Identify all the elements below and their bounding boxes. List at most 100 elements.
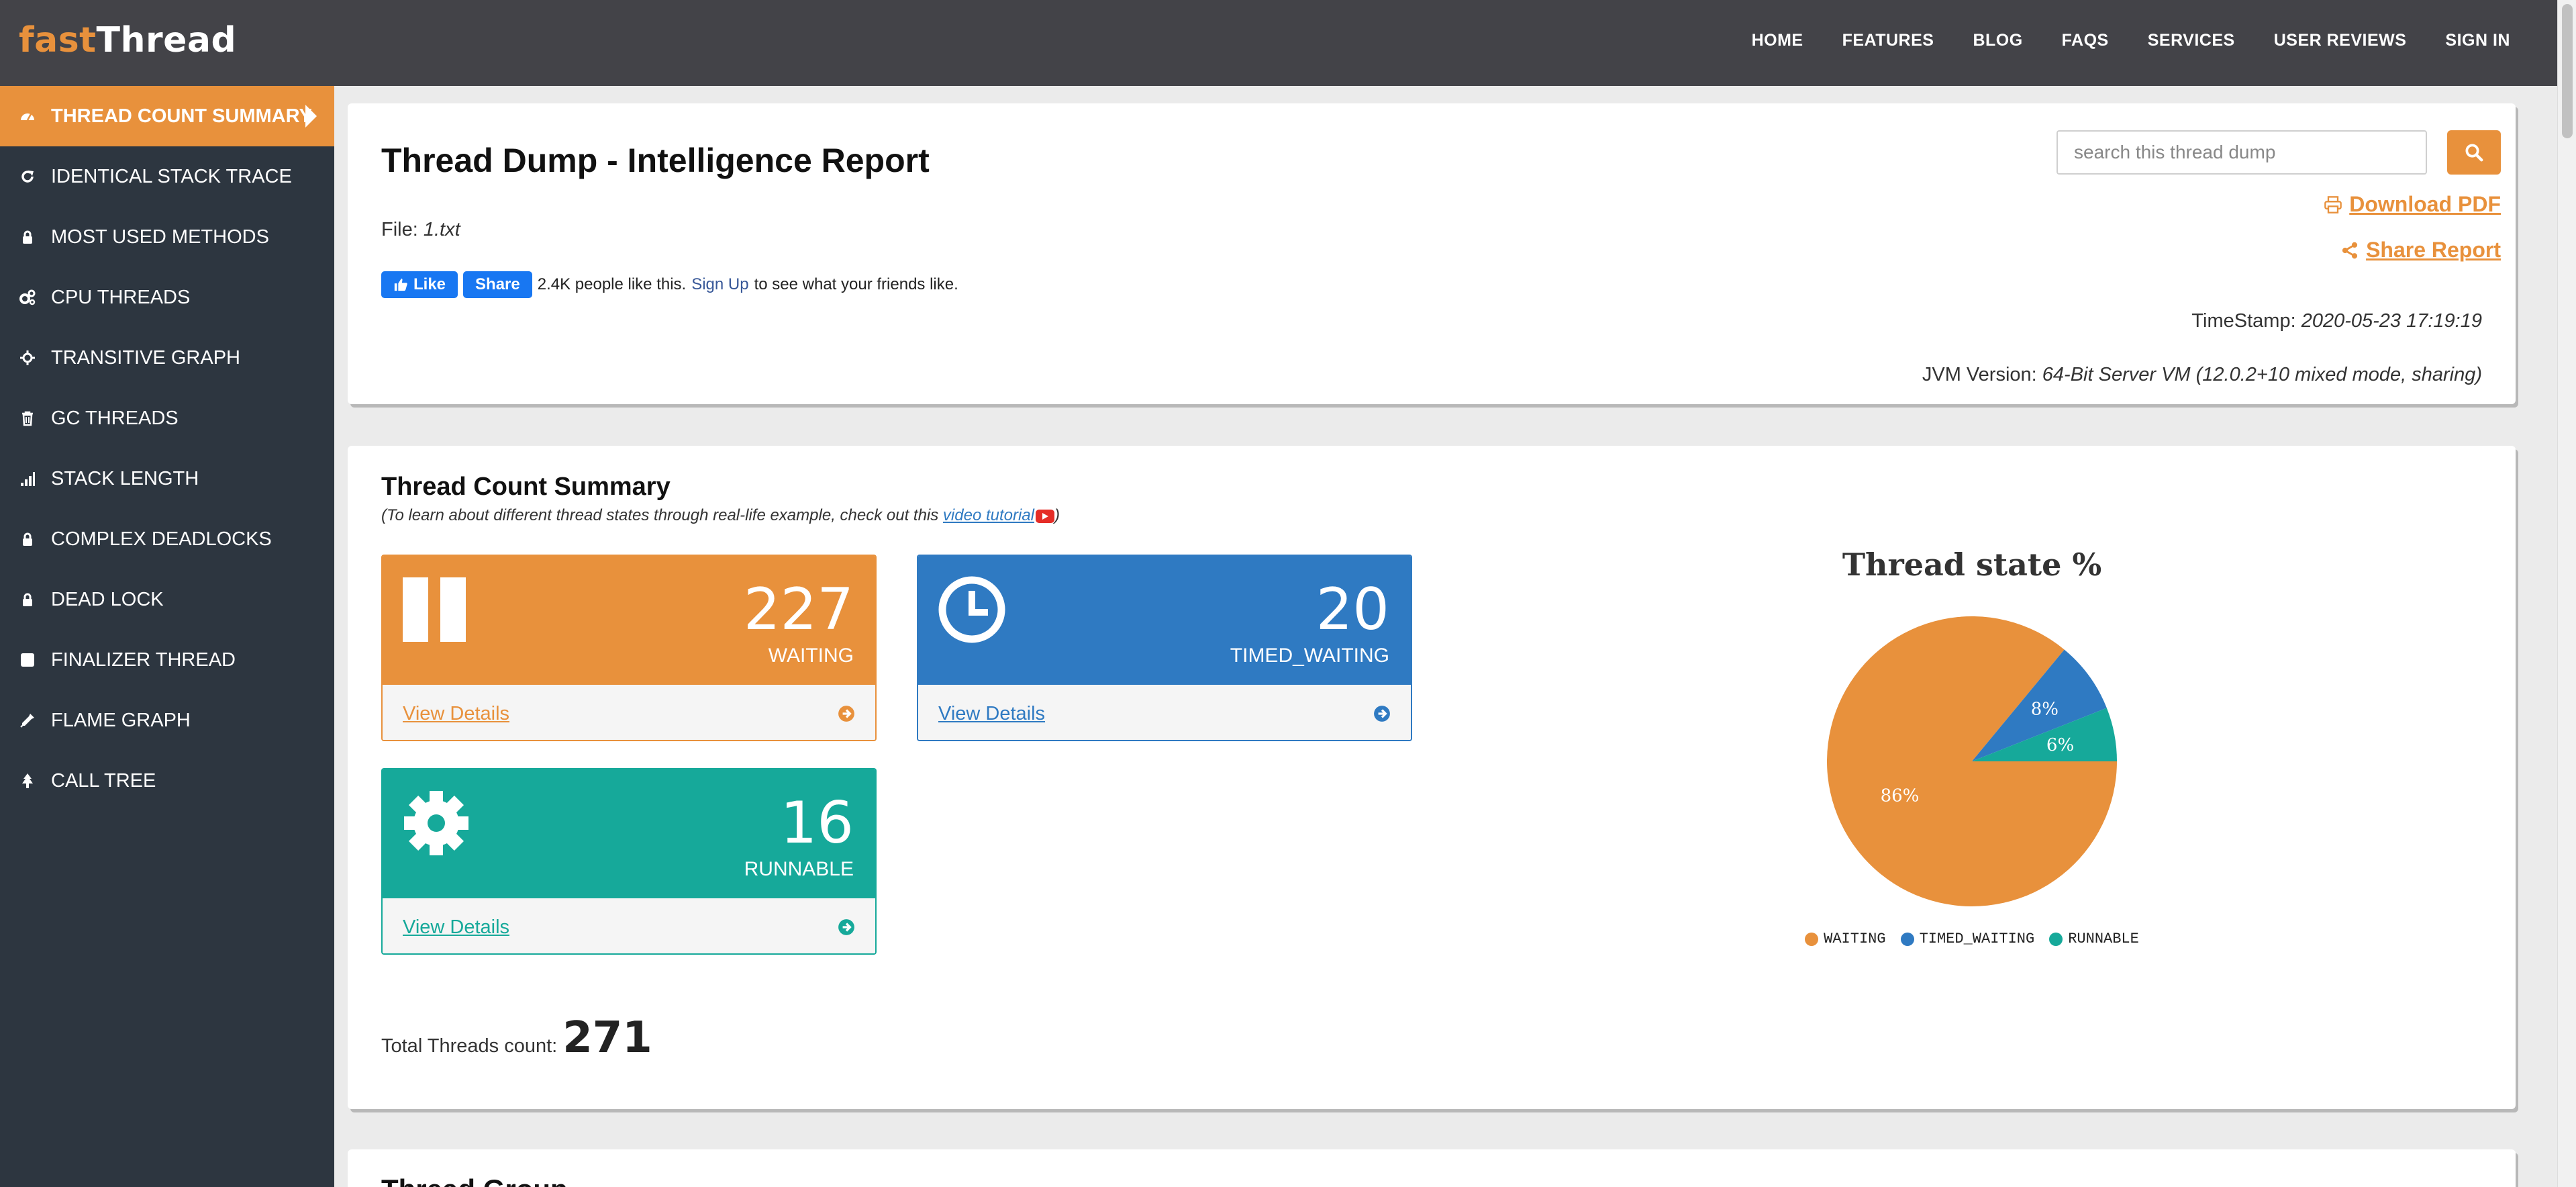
share-icon <box>2342 242 2358 258</box>
share-report-link[interactable]: Share Report <box>2340 238 2501 263</box>
youtube-icon[interactable] <box>1036 509 1054 523</box>
file-info: File: 1.txt <box>381 219 460 241</box>
jvm-label: JVM Version: <box>1922 364 2037 385</box>
sidebar-item-most-used-methods[interactable]: MOST USED METHODS <box>0 207 334 267</box>
page-scrollbar[interactable] <box>2557 0 2576 1187</box>
search-button[interactable] <box>2447 130 2501 175</box>
sidebar-item-finalizer-thread[interactable]: FINALIZER THREAD <box>0 630 334 690</box>
total-threads: Total Threads count: 271 <box>381 1013 652 1063</box>
nav-user-reviews[interactable]: USER REVIEWS <box>2274 31 2407 50</box>
video-tutorial-link[interactable]: video tutorial <box>943 506 1034 524</box>
jvm-value: 64-Bit Server VM (12.0.2+10 mixed mode, … <box>2042 364 2482 385</box>
total-threads-value: 271 <box>562 1013 652 1063</box>
arrow-circle-right-icon <box>838 706 854 722</box>
logo[interactable]: fastThread <box>19 20 236 60</box>
logo-part-fast: fast <box>19 20 97 60</box>
search-bar <box>2057 130 2501 175</box>
sidebar-item-label: CPU THREADS <box>51 286 191 308</box>
legend-label-waiting: WAITING <box>1824 931 1886 947</box>
thread-group-card: Thread Group <box>348 1149 2516 1187</box>
legend-item-waiting[interactable]: WAITING <box>1805 931 1886 947</box>
thread-state-chart: Thread state % 86% 8% 6% WAITING TIMED_WAI… <box>1777 547 2167 976</box>
legend-swatch-waiting <box>1805 932 1819 946</box>
facebook-like-button[interactable]: Like <box>381 271 458 298</box>
refresh-icon <box>19 168 36 185</box>
facebook-signup-link[interactable]: Sign Up <box>691 275 748 294</box>
arrow-circle-right-icon <box>838 919 854 935</box>
nav-blog[interactable]: BLOG <box>1973 31 2022 50</box>
view-details-link[interactable]: View Details <box>403 703 509 725</box>
waiting-label: WAITING <box>768 645 854 667</box>
sidebar-item-flame-graph[interactable]: FLAME GRAPH <box>0 690 334 751</box>
jvm-version: JVM Version: 64-Bit Server VM (12.0.2+10… <box>1922 364 2482 386</box>
subtitle-suffix: ) <box>1054 506 1060 524</box>
sidebar-item-call-tree[interactable]: CALL TREE <box>0 751 334 811</box>
legend-label-runnable: RUNNABLE <box>2068 931 2139 947</box>
panel-header: 20 TIMED_WAITING <box>918 556 1411 685</box>
pie-label-runnable: 6% <box>2046 735 2074 755</box>
timed-waiting-label: TIMED_WAITING <box>1230 645 1389 667</box>
panel-header: 16 RUNNABLE <box>383 769 875 898</box>
download-pdf-link[interactable]: Download PDF <box>2324 192 2501 217</box>
subtitle-prefix: (To learn about different thread states … <box>381 506 943 524</box>
crosshairs-icon <box>19 349 36 367</box>
facebook-widget: Like Share 2.4K people like this. Sign U… <box>381 271 958 298</box>
total-threads-label: Total Threads count: <box>381 1035 558 1057</box>
sidebar-item-label: FLAME GRAPH <box>51 709 191 731</box>
facebook-share-label: Share <box>475 275 520 293</box>
sidebar-item-stack-length[interactable]: STACK LENGTH <box>0 448 334 509</box>
legend-swatch-runnable <box>2049 932 2063 946</box>
timestamp-label: TimeStamp: <box>2191 310 2296 332</box>
sidebar-item-cpu-threads[interactable]: CPU THREADS <box>0 267 334 328</box>
timed-waiting-panel: 20 TIMED_WAITING View Details <box>917 555 1412 741</box>
pie-label-waiting: 86% <box>1881 786 1920 806</box>
sidebar-item-thread-count-summary[interactable]: THREAD COUNT SUMMARY <box>0 86 334 146</box>
facebook-share-button[interactable]: Share <box>463 271 532 298</box>
waiting-panel: 227 WAITING View Details <box>381 555 877 741</box>
lock-icon <box>19 530 36 548</box>
sidebar-item-identical-stack-trace[interactable]: IDENTICAL STACK TRACE <box>0 146 334 207</box>
search-icon <box>2465 144 2483 162</box>
clock-icon <box>938 576 1005 643</box>
file-name: 1.txt <box>423 219 460 240</box>
legend-item-runnable[interactable]: RUNNABLE <box>2049 931 2139 947</box>
nav-faqs[interactable]: FAQS <box>2062 31 2109 50</box>
sidebar-item-gc-threads[interactable]: GC THREADS <box>0 388 334 448</box>
report-title: Thread Dump - Intelligence Report <box>381 142 930 179</box>
gear-icon <box>404 791 468 855</box>
tree-icon <box>19 772 36 790</box>
panel-header: 227 WAITING <box>383 556 875 685</box>
cogs-icon <box>19 289 36 306</box>
chart-legend: WAITING TIMED_WAITING RUNNABLE <box>1777 931 2167 947</box>
panel-footer[interactable]: View Details <box>383 898 875 953</box>
sidebar-item-dead-lock[interactable]: DEAD LOCK <box>0 569 334 630</box>
panel-footer[interactable]: View Details <box>383 685 875 740</box>
sidebar-item-label: DEAD LOCK <box>51 588 164 610</box>
sidebar-item-transitive-graph[interactable]: TRANSITIVE GRAPH <box>0 328 334 388</box>
sidebar-item-label: FINALIZER THREAD <box>51 649 236 671</box>
view-details-link[interactable]: View Details <box>938 703 1045 725</box>
legend-item-timed-waiting[interactable]: TIMED_WAITING <box>1900 931 2035 947</box>
runnable-panel: 16 RUNNABLE View Details <box>381 768 877 955</box>
sidebar-item-label: MOST USED METHODS <box>51 226 269 248</box>
timestamp: TimeStamp: 2020-05-23 17:19:19 <box>2191 310 2482 332</box>
signal-icon <box>19 470 36 487</box>
thumbs-up-icon <box>394 278 407 291</box>
panel-footer[interactable]: View Details <box>918 685 1411 740</box>
legend-swatch-timed-waiting <box>1900 932 1914 946</box>
square-icon <box>19 651 36 669</box>
sidebar-item-complex-deadlocks[interactable]: COMPLEX DEADLOCKS <box>0 509 334 569</box>
facebook-count-text: 2.4K people like this. <box>537 275 687 293</box>
sidebar: THREAD COUNT SUMMARY IDENTICAL STACK TRA… <box>0 86 334 1187</box>
nav-services[interactable]: SERVICES <box>2148 31 2235 50</box>
waiting-count: 227 <box>743 576 854 643</box>
nav-features[interactable]: FEATURES <box>1842 31 1934 50</box>
sidebar-item-label: CALL TREE <box>51 769 156 792</box>
search-input[interactable] <box>2057 130 2427 175</box>
view-details-link[interactable]: View Details <box>403 916 509 939</box>
legend-label-timed-waiting: TIMED_WAITING <box>1919 931 2035 947</box>
scrollbar-thumb[interactable] <box>2562 4 2573 138</box>
nav-home[interactable]: HOME <box>1752 31 1803 50</box>
runnable-label: RUNNABLE <box>744 858 854 880</box>
nav-sign-in[interactable]: SIGN IN <box>2445 31 2510 50</box>
